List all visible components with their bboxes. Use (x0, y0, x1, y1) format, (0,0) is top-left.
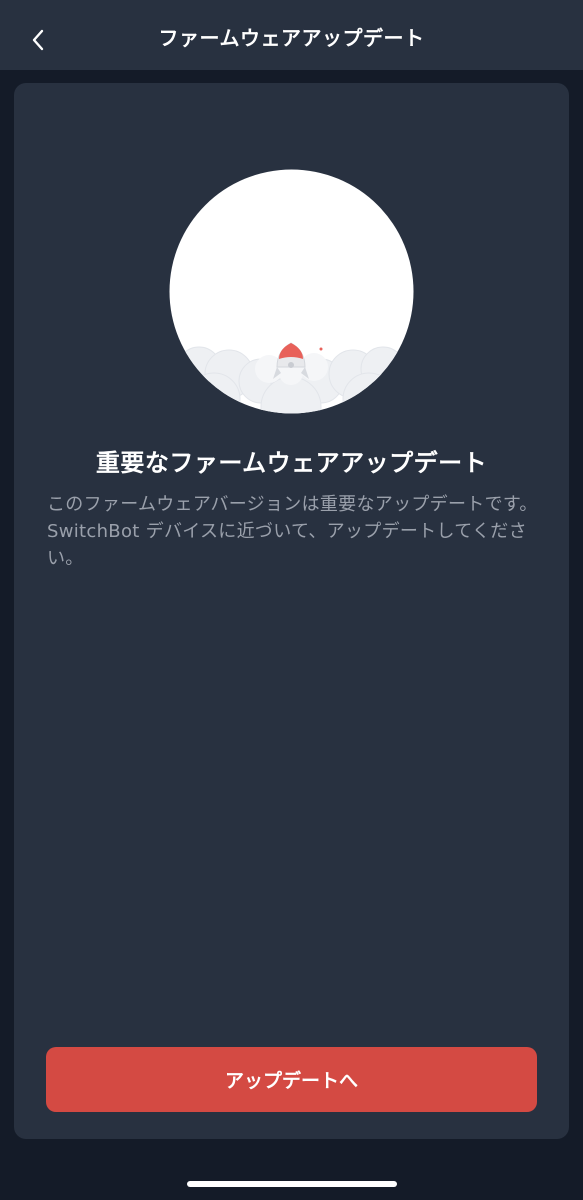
description-text: このファームウェアバージョンは重要なアップデートです。SwitchBot デバイ… (47, 494, 538, 569)
firmware-update-screen: ファームウェアアップデート 重要なファームウェアアップデート このファームウェア… (0, 0, 583, 1200)
content-card: 重要なファームウェアアップデート このファームウェアバージョンは重要なアップデー… (14, 83, 569, 1139)
home-indicator (187, 1181, 397, 1187)
update-button[interactable]: アップデートへ (46, 1047, 537, 1112)
rocket-illustration (169, 169, 414, 414)
headline: 重要なファームウェアアップデート (95, 449, 488, 477)
nav-bar: ファームウェアアップデート (0, 0, 583, 70)
page-title: ファームウェアアップデート (158, 26, 425, 50)
